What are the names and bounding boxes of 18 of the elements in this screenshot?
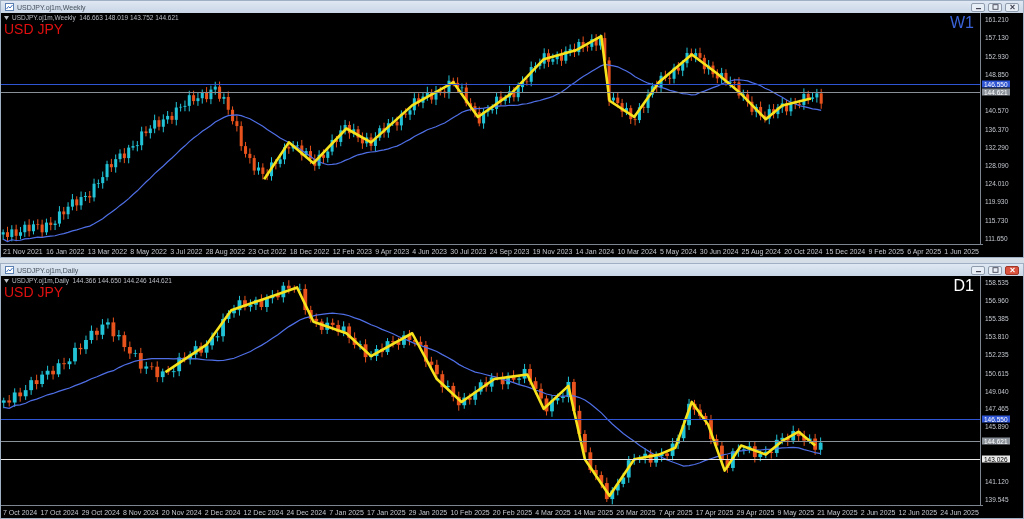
symbol-label: USD JPY xyxy=(4,285,64,299)
close-icon xyxy=(1008,4,1016,10)
close-icon xyxy=(1008,267,1016,273)
maximize-button[interactable] xyxy=(988,265,1002,275)
close-button[interactable] xyxy=(1005,265,1019,275)
maximize-button[interactable] xyxy=(988,2,1002,12)
maximize-icon xyxy=(991,4,999,10)
dropdown-triangle-icon[interactable] xyxy=(4,15,9,20)
maximize-icon xyxy=(991,267,999,273)
chart-window-icon xyxy=(5,266,14,274)
minimize-button[interactable] xyxy=(971,2,985,12)
timeframe-label: D1 xyxy=(953,278,974,294)
timeframe-label: W1 xyxy=(950,15,974,31)
chart-window-icon xyxy=(5,3,14,11)
symbol-label: USD JPY xyxy=(4,22,64,36)
close-button[interactable] xyxy=(1005,2,1019,12)
dropdown-triangle-icon[interactable] xyxy=(4,278,9,283)
minimize-button[interactable] xyxy=(971,265,985,275)
